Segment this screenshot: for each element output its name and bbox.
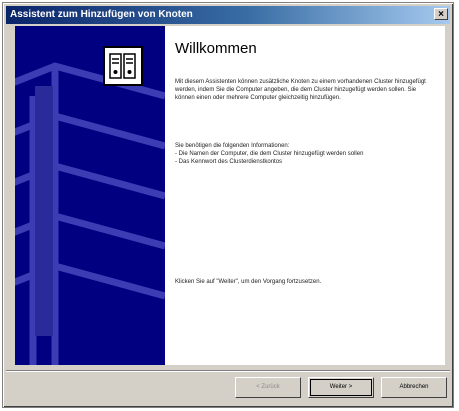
back-button[interactable]: < Zurück bbox=[235, 377, 301, 398]
wizard-content: Willkommen Mit diesem Assistenten können… bbox=[15, 26, 445, 365]
wizard-side-panel bbox=[15, 26, 165, 365]
intro-text: Mit diesem Assistenten können zusätzlich… bbox=[175, 79, 426, 101]
info-item: - Die Namen der Computer, die dem Cluste… bbox=[175, 151, 364, 157]
continue-hint: Klicken Sie auf "Weiter", um den Vorgang… bbox=[175, 279, 322, 285]
window-title: Assistent zum Hinzufügen von Knoten bbox=[10, 9, 193, 20]
title-bar[interactable]: Assistent zum Hinzufügen von Knoten bbox=[6, 6, 450, 24]
cancel-button[interactable]: Abbrechen bbox=[381, 377, 447, 398]
close-icon[interactable]: × bbox=[434, 8, 448, 20]
page-title: Willkommen bbox=[175, 40, 257, 57]
info-block: Sie benötigen die folgenden Informatione… bbox=[175, 142, 437, 166]
next-button[interactable]: Weiter > bbox=[308, 377, 374, 398]
wizard-window: Assistent zum Hinzufügen von Knoten × Wi… bbox=[2, 2, 454, 408]
cluster-servers-icon bbox=[103, 46, 143, 86]
wizard-main-text: Willkommen Mit diesem Assistenten können… bbox=[175, 26, 437, 365]
button-separator bbox=[6, 370, 450, 372]
info-item: - Das Kennwort des Clusterdienstkontos bbox=[175, 159, 283, 165]
info-header: Sie benötigen die folgenden Informatione… bbox=[175, 143, 290, 149]
